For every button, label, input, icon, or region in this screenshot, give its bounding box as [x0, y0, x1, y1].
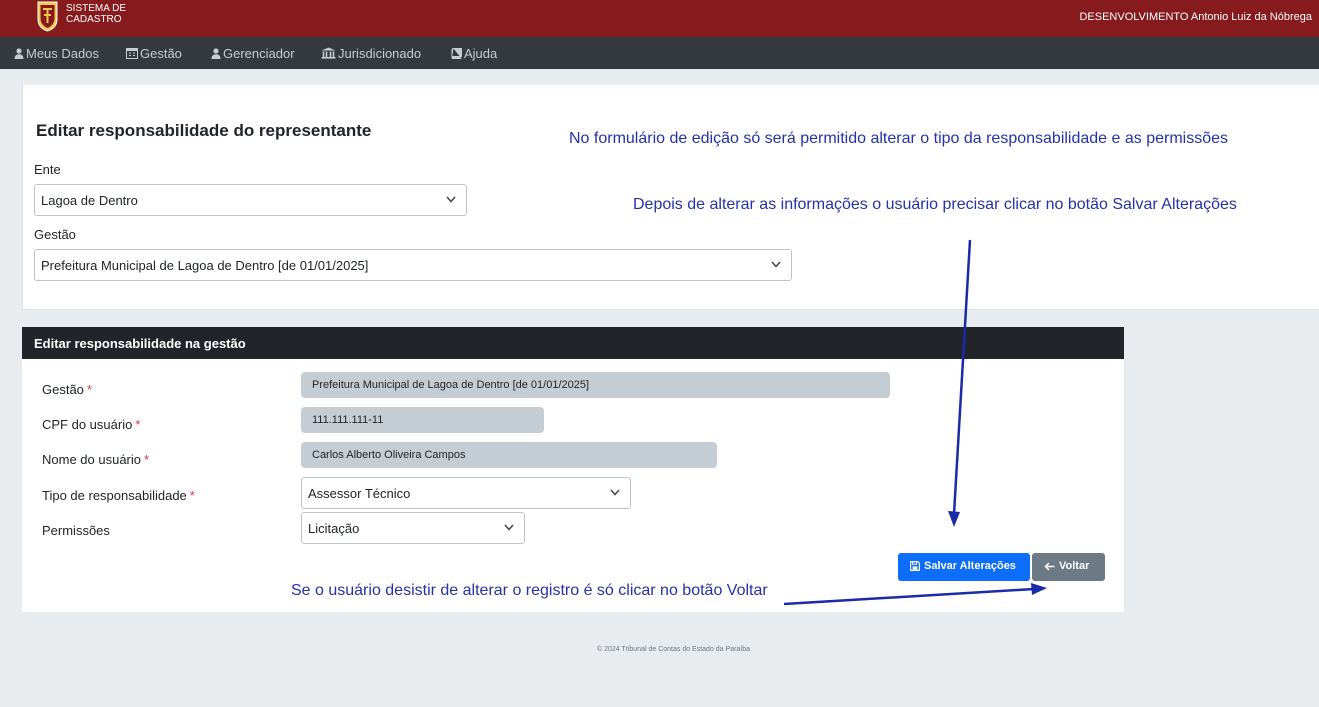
annotation-save-hint: Depois de alterar as informações o usuár… — [633, 196, 1237, 213]
tce-logo[interactable] — [36, 1, 59, 32]
ente-label: Ente — [34, 162, 61, 177]
annotation-edit-rules: No formulário de edição só será permitid… — [569, 130, 1229, 147]
top-bar: SISTEMA DE CADASTRO DESENVOLVIMENTO Anto… — [0, 0, 1319, 37]
gestao-readonly-field: Prefeitura Municipal de Lagoa de Dentro … — [301, 372, 890, 398]
card-header: Editar responsabilidade na gestão — [22, 327, 1124, 359]
arrow-left-icon — [1044, 562, 1055, 571]
floppy-disk-icon — [910, 561, 920, 571]
permissoes-select-value: Licitação — [308, 521, 360, 536]
ente-select[interactable]: Lagoa de Dentro — [34, 184, 467, 216]
permissoes-select[interactable]: Licitação — [301, 512, 525, 544]
nav-item-ajuda[interactable]: Ajuda — [451, 46, 497, 61]
field-label-text: Gestão — [42, 382, 84, 397]
gestao-label: Gestão — [34, 227, 76, 242]
system-name-line2: CADASTRO — [66, 14, 122, 25]
field-label-gestao: Gestão * — [42, 382, 92, 397]
field-label-text: Tipo de responsabilidade — [42, 488, 187, 503]
user-icon — [14, 48, 24, 59]
save-button-label: Salvar Alterações — [924, 560, 1016, 572]
save-changes-button[interactable]: Salvar Alterações — [898, 553, 1030, 581]
back-button-label: Voltar — [1059, 560, 1090, 572]
chevron-down-icon — [504, 524, 514, 531]
book-icon — [451, 48, 462, 59]
ente-select-value: Lagoa de Dentro — [41, 193, 138, 208]
back-button[interactable]: Voltar — [1032, 553, 1105, 581]
nav-item-jurisdicionado[interactable]: Jurisdicionado — [321, 46, 421, 61]
field-label-text: Nome do usuário — [42, 452, 141, 467]
chevron-down-icon — [446, 196, 456, 203]
page-title: Editar responsabilidade do representante — [36, 121, 372, 140]
required-mark: * — [189, 488, 195, 503]
field-label-cpf: CPF do usuário * — [42, 417, 140, 432]
chevron-down-icon — [771, 261, 781, 268]
nav-item-meus-dados[interactable]: Meus Dados — [14, 46, 99, 61]
main-navbar: Meus Dados Gestão Gerenciador Jurisdicio… — [0, 37, 1319, 69]
gestao-select-value: Prefeitura Municipal de Lagoa de Dentro … — [41, 258, 369, 273]
field-label-tipo: Tipo de responsabilidade * — [42, 488, 195, 503]
required-mark: * — [135, 417, 141, 432]
field-label-permissoes: Permissões — [42, 523, 110, 538]
tipo-select-value: Assessor Técnico — [308, 486, 411, 501]
nav-label: Ajuda — [464, 46, 498, 61]
user-info[interactable]: DESENVOLVIMENTO Antonio Luiz da Nóbrega — [1079, 11, 1312, 23]
nome-readonly-field: Carlos Alberto Oliveira Campos — [301, 442, 717, 468]
nav-label: Jurisdicionado — [338, 46, 422, 61]
system-name-line1: SISTEMA DE — [66, 3, 127, 14]
calendar-icon — [126, 48, 138, 59]
system-name: SISTEMA DE CADASTRO — [66, 3, 126, 25]
nav-item-gestao[interactable]: Gestão — [126, 46, 182, 61]
required-mark: * — [144, 452, 150, 467]
cpf-readonly-field: 111.111.111-11 — [301, 407, 544, 433]
annotation-back-hint: Se o usuário desistir de alterar o regis… — [291, 582, 768, 599]
nav-label: Gestão — [140, 46, 182, 61]
footer-copyright: © 2024 Tribunal de Contas do Estado da P… — [597, 646, 751, 653]
user-icon — [211, 48, 221, 59]
bank-icon — [321, 47, 336, 59]
nav-label: Gerenciador — [223, 46, 295, 61]
chevron-down-icon — [610, 489, 620, 496]
required-mark: * — [86, 382, 92, 397]
edit-gestao-card: Editar responsabilidade na gestão Gestão… — [22, 327, 1124, 612]
nav-label: Meus Dados — [26, 46, 99, 61]
nav-item-gerenciador[interactable]: Gerenciador — [211, 46, 295, 61]
field-label-nome: Nome do usuário * — [42, 452, 149, 467]
gestao-select[interactable]: Prefeitura Municipal de Lagoa de Dentro … — [34, 249, 792, 281]
field-label-text: CPF do usuário — [42, 417, 133, 432]
tipo-responsabilidade-select[interactable]: Assessor Técnico — [301, 477, 631, 509]
